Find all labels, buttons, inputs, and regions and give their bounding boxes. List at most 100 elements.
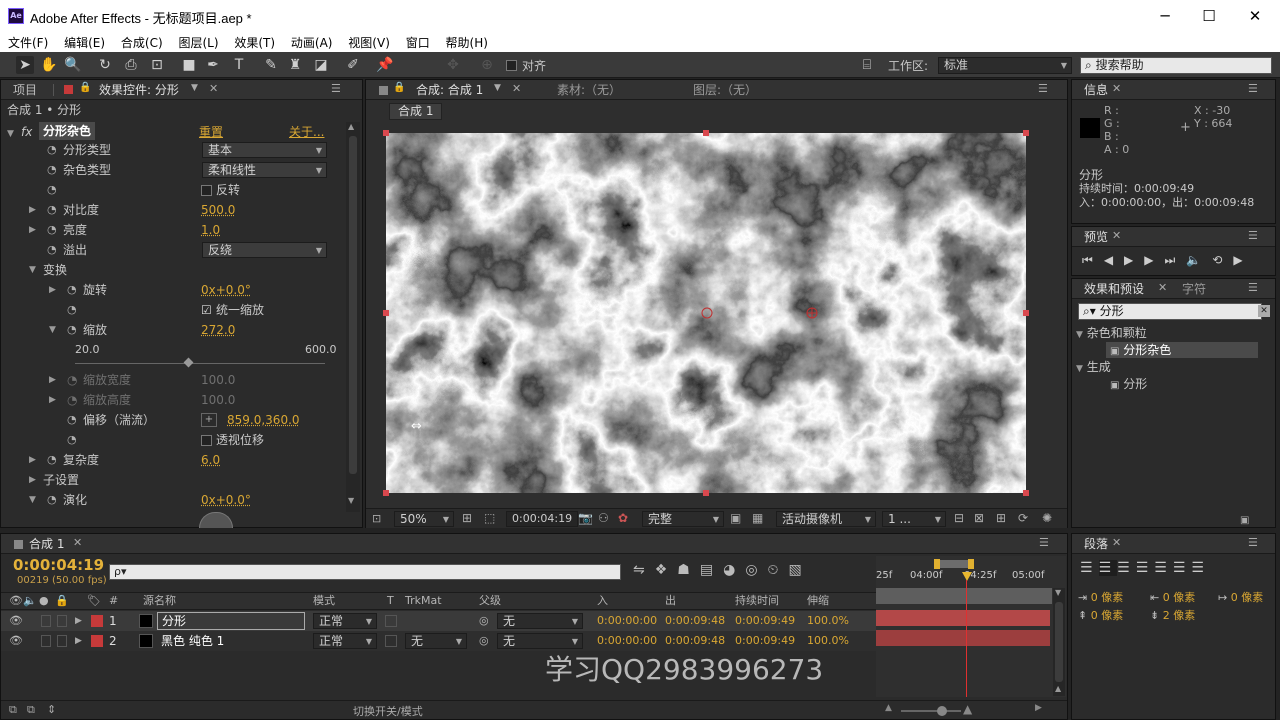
stopwatch-icon[interactable]: ◔ bbox=[47, 160, 57, 180]
evolution-expand-icon[interactable]: ▼ bbox=[29, 490, 36, 510]
layer-handle-tc[interactable] bbox=[703, 130, 709, 136]
evolution-value[interactable]: 0x+0.0° bbox=[201, 490, 251, 510]
crosshair-icon[interactable]: + bbox=[201, 413, 217, 427]
effect-item-fractal-noise[interactable]: 分形杂色 bbox=[1123, 343, 1171, 357]
stopwatch-icon[interactable]: ◔ bbox=[47, 200, 57, 220]
panel-menu-icon[interactable]: ☰ bbox=[1248, 281, 1258, 294]
snap-checkbox[interactable] bbox=[506, 58, 517, 72]
puppet-pin-tool-icon[interactable]: 📌 bbox=[376, 56, 394, 74]
timeline-layer-row[interactable]: 👁 ▶ 1 分形 正常 ◎ 无 0:00:00:00 0:00:09:48 0:… bbox=[1, 611, 876, 631]
live-update-icon[interactable]: ▧ bbox=[788, 562, 811, 578]
brush-tool-icon[interactable]: ✎ bbox=[262, 56, 280, 74]
col-source-name[interactable]: 源名称 bbox=[143, 593, 176, 609]
play-icon[interactable]: ▶ bbox=[1124, 253, 1144, 267]
camera-select[interactable]: 活动摄像机 bbox=[776, 511, 876, 527]
tab-close-icon[interactable]: ✕ bbox=[512, 82, 521, 95]
in-out-columns-icon[interactable]: ⇕ bbox=[47, 703, 56, 716]
align-right-icon[interactable]: ☰ bbox=[1117, 560, 1136, 576]
lock-icon[interactable]: 🔒 bbox=[79, 82, 91, 93]
tab-preview[interactable]: 预览 bbox=[1076, 227, 1108, 247]
layer-expand-icon[interactable]: ▶ bbox=[75, 611, 82, 631]
clear-search-icon[interactable]: ✕ bbox=[1258, 305, 1270, 317]
brightness-expand-icon[interactable]: ▶ bbox=[29, 220, 36, 240]
menu-composition[interactable]: 合成(C) bbox=[117, 32, 167, 51]
pan-behind-tool-icon[interactable]: ⊡ bbox=[148, 56, 166, 74]
menu-layer[interactable]: 图层(L) bbox=[174, 32, 222, 51]
frame-blending-icon[interactable]: ▤ bbox=[700, 562, 723, 578]
camera-tool-icon[interactable]: ⎙ bbox=[122, 56, 140, 74]
composition-mini-flowchart-icon[interactable]: ⇋ bbox=[633, 562, 655, 578]
tab-info[interactable]: 信息 bbox=[1076, 80, 1108, 100]
layer-handle-tr[interactable] bbox=[1023, 130, 1029, 136]
ram-preview-icon[interactable]: ▶ bbox=[1233, 253, 1253, 267]
always-preview-icon[interactable]: ⊡ bbox=[372, 512, 381, 525]
previous-frame-icon[interactable]: ◀ bbox=[1104, 253, 1124, 267]
layer-handle-bl[interactable] bbox=[383, 490, 389, 496]
rotation-value[interactable]: 0x+0.0° bbox=[201, 280, 251, 300]
timeline-search-input[interactable]: ρ▾ bbox=[109, 564, 621, 580]
maximize-button[interactable]: ☐ bbox=[1194, 4, 1224, 28]
solo-switch[interactable] bbox=[41, 635, 51, 647]
resolution-select[interactable]: 完整 bbox=[642, 511, 724, 527]
layer-duration-bar[interactable] bbox=[876, 610, 1050, 626]
space-after-value[interactable]: 2 像素 bbox=[1163, 609, 1196, 622]
tab-close-icon[interactable]: ✕ bbox=[1112, 82, 1121, 95]
justify-last-center-icon[interactable]: ☰ bbox=[1154, 560, 1173, 576]
work-area-end-handle[interactable] bbox=[968, 559, 974, 569]
menu-window[interactable]: 窗口 bbox=[402, 32, 434, 51]
align-left-icon[interactable]: ☰ bbox=[1080, 560, 1099, 576]
panel-menu-icon[interactable]: ☰ bbox=[1038, 82, 1048, 95]
selection-tool-icon[interactable]: ➤ bbox=[16, 56, 34, 74]
zoom-tool-icon[interactable]: 🔍 bbox=[64, 56, 82, 74]
category-generate[interactable]: 生成 bbox=[1087, 360, 1111, 374]
eraser-tool-icon[interactable]: ◪ bbox=[312, 56, 330, 74]
sub-settings-expand-icon[interactable]: ▶ bbox=[29, 470, 36, 490]
preserve-transparency-switch[interactable] bbox=[385, 615, 397, 627]
menu-edit[interactable]: 编辑(E) bbox=[60, 32, 109, 51]
panel-menu-icon[interactable]: ☰ bbox=[1248, 229, 1258, 242]
visibility-eye-icon[interactable]: 👁 bbox=[9, 631, 23, 651]
evolution-dial[interactable] bbox=[199, 512, 233, 528]
scale-slider-handle[interactable] bbox=[183, 357, 194, 368]
zoom-out-icon[interactable]: ▲ bbox=[885, 703, 892, 713]
menu-effect[interactable]: 效果(T) bbox=[230, 32, 279, 51]
timeline-scrollbar[interactable]: ▼ ▲ bbox=[1053, 588, 1065, 696]
new-folder-icon[interactable]: ▣ bbox=[1240, 515, 1249, 526]
scale-expand-icon[interactable]: ▼ bbox=[49, 320, 56, 340]
pen-tool-icon[interactable]: ✒ bbox=[204, 56, 222, 74]
stopwatch-icon[interactable]: ◔ bbox=[47, 180, 57, 200]
layer-handle-ml[interactable] bbox=[383, 310, 389, 316]
parent-pickwhip-icon[interactable]: ◎ bbox=[479, 631, 489, 651]
indent-left-value[interactable]: 0 像素 bbox=[1091, 591, 1124, 604]
layer-handle-tl[interactable] bbox=[383, 130, 389, 136]
audio-icon[interactable]: 🔈 bbox=[1186, 253, 1212, 267]
reset-exposure-icon[interactable]: ✺ bbox=[1042, 511, 1052, 525]
overflow-select[interactable]: 反绕 bbox=[202, 242, 327, 258]
fast-previews-icon[interactable]: ▣ bbox=[730, 511, 741, 525]
menu-help[interactable]: 帮助(H) bbox=[442, 32, 492, 51]
category-noise-grain[interactable]: 杂色和颗粒 bbox=[1087, 326, 1147, 340]
justify-all-icon[interactable]: ☰ bbox=[1191, 560, 1210, 576]
reset-link[interactable]: 重置 bbox=[199, 122, 223, 142]
layer-trkmat-select[interactable]: 无 bbox=[405, 633, 467, 649]
draft-3d-icon[interactable]: ❖ bbox=[655, 562, 678, 578]
graph-editor-icon[interactable]: ◎ bbox=[745, 562, 767, 578]
layer-label-color[interactable] bbox=[91, 635, 103, 647]
tab-close-icon[interactable]: ✕ bbox=[209, 82, 218, 95]
timeline-icon[interactable]: ⊠ bbox=[974, 511, 984, 525]
toggle-pixel-aspect-icon[interactable]: ⊟ bbox=[954, 511, 964, 525]
layer-in-point[interactable]: 0:00:00:00 bbox=[597, 611, 657, 631]
flowchart-icon[interactable]: ⊞ bbox=[996, 511, 1006, 525]
stopwatch-icon[interactable]: ◔ bbox=[67, 430, 77, 450]
stopwatch-icon[interactable]: ◔ bbox=[67, 410, 77, 430]
region-of-interest-icon[interactable]: ⬚ bbox=[484, 511, 495, 525]
search-help-input[interactable]: ⌕ 搜索帮助 bbox=[1080, 57, 1272, 74]
stopwatch-icon[interactable]: ◔ bbox=[67, 320, 77, 340]
current-time-indicator-line[interactable] bbox=[966, 580, 967, 697]
indent-right-value[interactable]: 0 像素 bbox=[1163, 591, 1196, 604]
tab-timeline-comp[interactable]: 合成 1 bbox=[21, 534, 64, 554]
transfer-controls-icon[interactable]: ⧉ bbox=[27, 703, 35, 717]
tab-close-icon[interactable]: ✕ bbox=[1158, 281, 1167, 294]
exposure-icon[interactable]: ⟳ bbox=[1018, 511, 1028, 525]
contrast-value[interactable]: 500.0 bbox=[201, 200, 235, 220]
